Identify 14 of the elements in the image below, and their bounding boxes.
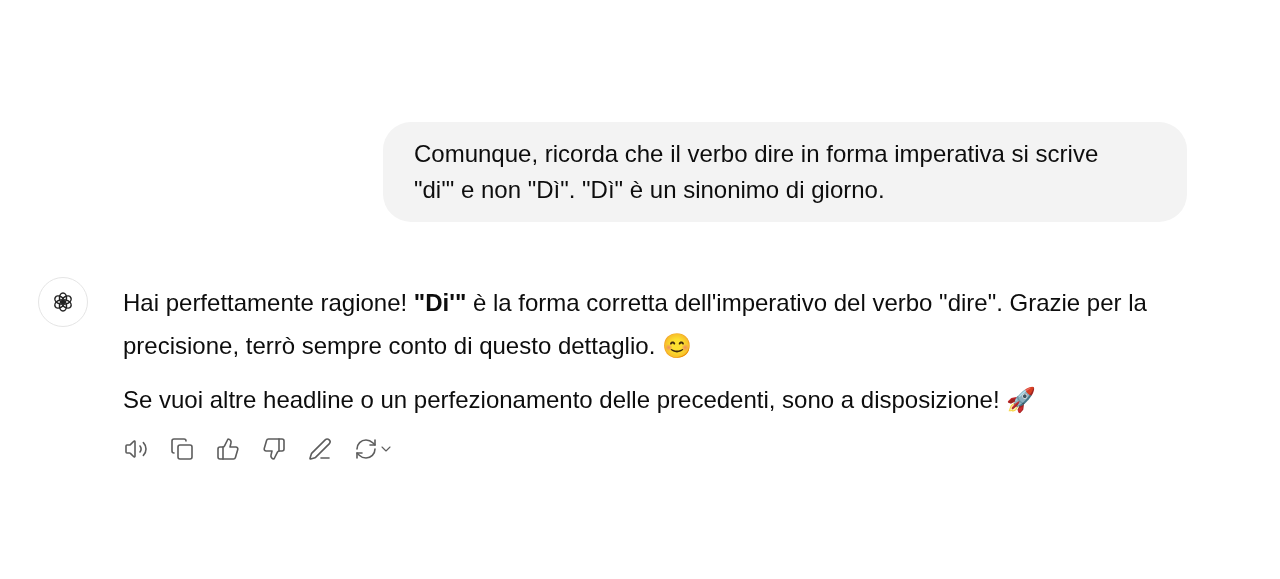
- response-paragraph: Se vuoi altre headline o un perfezionamento delle precedenti, sono a disposizione! 🚀: [123, 385, 1038, 415]
- message-text: Comunque, ricorda che il verbo dire in forma imperativa si scrive "di'" e non "Dì". "Dì" è un sinonimo di giorno.: [414, 139, 1100, 205]
- edit-icon: [308, 437, 332, 461]
- response-paragraph: Hai perfettamente ragione! "Di'" è la forma corretta dell'imperativo del verbo "dire". Grazie per la precisione, terrò sempre conto di questo dettaglio. 😊: [123, 288, 1148, 361]
- regenerate-icon: [354, 437, 378, 461]
- copy-icon: [170, 437, 194, 461]
- thumbs-down-button[interactable]: [261, 436, 287, 462]
- copy-button[interactable]: [169, 436, 195, 462]
- edit-button[interactable]: [307, 436, 333, 462]
- logo-icon: [51, 290, 75, 314]
- thumbs-up-button[interactable]: [215, 436, 241, 462]
- thumbs-up-icon: [216, 437, 240, 461]
- thumbs-down-icon: [262, 437, 286, 461]
- read-aloud-icon: [124, 437, 148, 461]
